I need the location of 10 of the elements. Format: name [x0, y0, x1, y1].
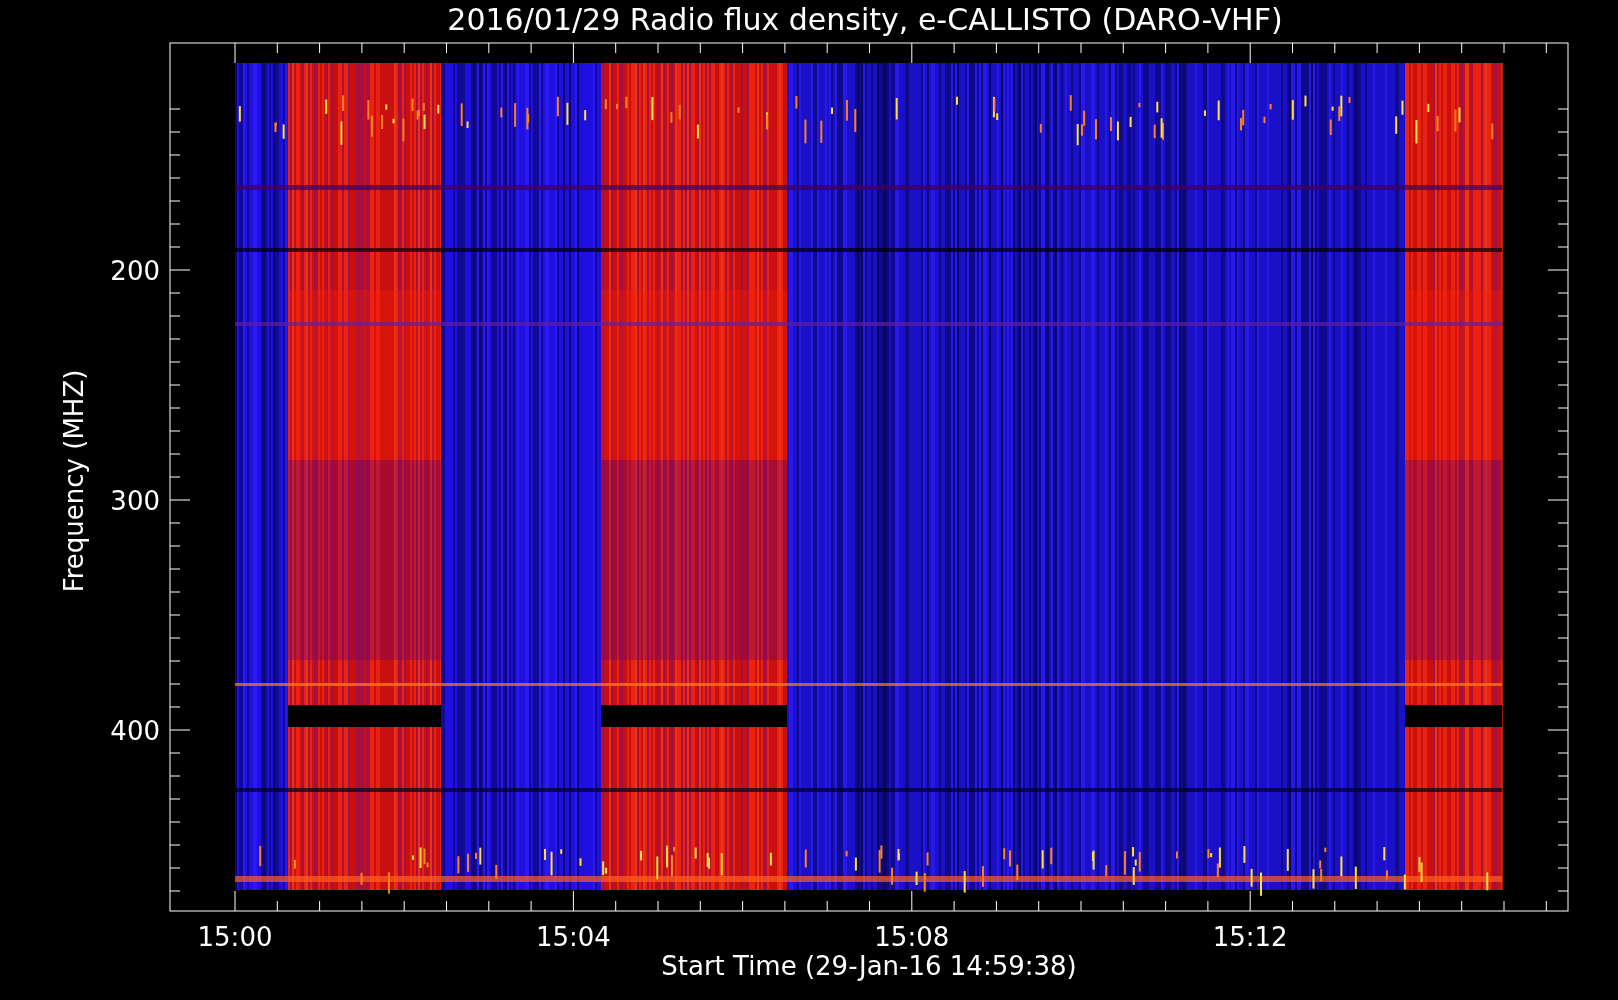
- x-tick-label: 15:00: [197, 922, 273, 952]
- y-axis-label: Frequency (MHZ): [59, 369, 89, 593]
- y-tick-label: 200: [110, 256, 160, 286]
- y-tick-label: 400: [110, 716, 160, 746]
- x-axis-label: Start Time (29-Jan-16 14:59:38): [661, 951, 1077, 981]
- x-tick-label: 15:08: [874, 922, 950, 952]
- x-tick-label: 15:04: [535, 922, 611, 952]
- x-tick-label: 15:12: [1212, 922, 1288, 952]
- chart-title: 2016/01/29 Radio flux density, e-CALLISTO (DARO-VHF): [447, 2, 1283, 37]
- y-tick-label: 300: [110, 486, 160, 516]
